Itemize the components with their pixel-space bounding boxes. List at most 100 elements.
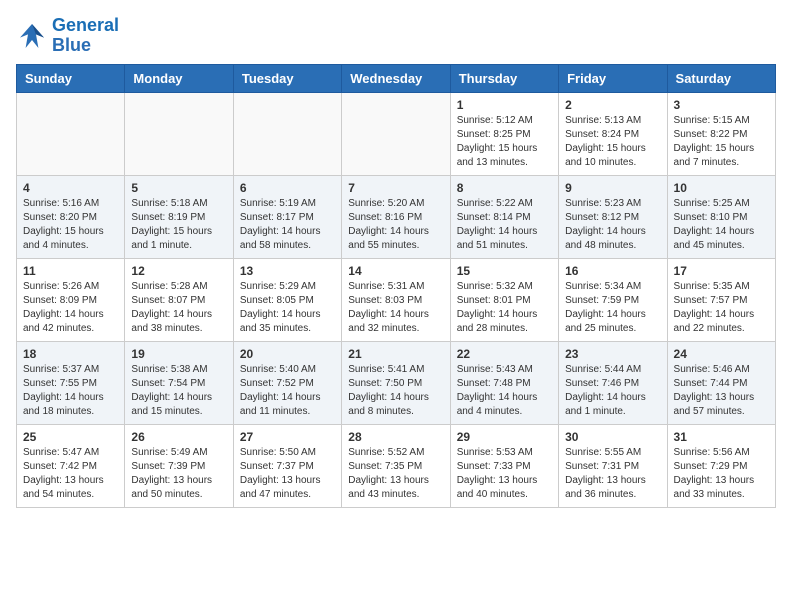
day-info: Sunrise: 5:46 AM Sunset: 7:44 PM Dayligh… xyxy=(674,363,769,419)
day-number: 3 xyxy=(674,98,769,112)
page-header: General Blue xyxy=(16,16,776,56)
day-number: 13 xyxy=(240,264,335,278)
calendar-week-row: 1 Sunrise: 5:12 AM Sunset: 8:25 PM Daylig… xyxy=(17,92,776,175)
day-number: 22 xyxy=(457,347,552,361)
calendar-week-row: 25 Sunrise: 5:47 AM Sunset: 7:42 PM Dayli… xyxy=(17,424,776,507)
day-number: 31 xyxy=(674,430,769,444)
day-number: 25 xyxy=(23,430,118,444)
day-number: 29 xyxy=(457,430,552,444)
calendar-cell: 18 Sunrise: 5:37 AM Sunset: 7:55 PM Dayli… xyxy=(17,341,125,424)
day-number: 18 xyxy=(23,347,118,361)
calendar-cell: 21 Sunrise: 5:41 AM Sunset: 7:50 PM Dayli… xyxy=(342,341,450,424)
day-info: Sunrise: 5:53 AM Sunset: 7:33 PM Dayligh… xyxy=(457,446,552,502)
calendar-cell: 23 Sunrise: 5:44 AM Sunset: 7:46 PM Dayli… xyxy=(559,341,667,424)
day-info: Sunrise: 5:32 AM Sunset: 8:01 PM Dayligh… xyxy=(457,280,552,336)
day-info: Sunrise: 5:52 AM Sunset: 7:35 PM Dayligh… xyxy=(348,446,443,502)
logo-bird-icon xyxy=(16,20,48,52)
day-of-week-header: Friday xyxy=(559,64,667,92)
day-number: 7 xyxy=(348,181,443,195)
calendar-cell: 11Sunrise: 5:26 AM Sunset: 8:09 PM Dayli… xyxy=(17,258,125,341)
day-info: Sunrise: 5:35 AM Sunset: 7:57 PM Dayligh… xyxy=(674,280,769,336)
calendar-cell: 14 Sunrise: 5:31 AM Sunset: 8:03 PM Dayli… xyxy=(342,258,450,341)
day-number: 26 xyxy=(131,430,226,444)
calendar-cell xyxy=(17,92,125,175)
day-of-week-header: Saturday xyxy=(667,64,775,92)
calendar-cell: 4 Sunrise: 5:16 AM Sunset: 8:20 PM Daylig… xyxy=(17,175,125,258)
day-number: 11 xyxy=(23,264,118,278)
day-number: 17 xyxy=(674,264,769,278)
calendar-cell: 10Sunrise: 5:25 AM Sunset: 8:10 PM Dayli… xyxy=(667,175,775,258)
day-number: 4 xyxy=(23,181,118,195)
calendar-week-row: 4 Sunrise: 5:16 AM Sunset: 8:20 PM Daylig… xyxy=(17,175,776,258)
day-info: Sunrise: 5:34 AM Sunset: 7:59 PM Dayligh… xyxy=(565,280,660,336)
calendar-cell: 12 Sunrise: 5:28 AM Sunset: 8:07 PM Dayli… xyxy=(125,258,233,341)
day-info: Sunrise: 5:19 AM Sunset: 8:17 PM Dayligh… xyxy=(240,197,335,253)
calendar-cell: 28 Sunrise: 5:52 AM Sunset: 7:35 PM Dayli… xyxy=(342,424,450,507)
day-info: Sunrise: 5:31 AM Sunset: 8:03 PM Dayligh… xyxy=(348,280,443,336)
calendar-cell: 2Sunrise: 5:13 AM Sunset: 8:24 PM Daylig… xyxy=(559,92,667,175)
day-info: Sunrise: 5:20 AM Sunset: 8:16 PM Dayligh… xyxy=(348,197,443,253)
calendar-cell: 8 Sunrise: 5:22 AM Sunset: 8:14 PM Daylig… xyxy=(450,175,558,258)
calendar-cell: 26 Sunrise: 5:49 AM Sunset: 7:39 PM Dayli… xyxy=(125,424,233,507)
calendar-cell: 20Sunrise: 5:40 AM Sunset: 7:52 PM Dayli… xyxy=(233,341,341,424)
calendar-cell: 22 Sunrise: 5:43 AM Sunset: 7:48 PM Dayli… xyxy=(450,341,558,424)
calendar-cell: 27 Sunrise: 5:50 AM Sunset: 7:37 PM Dayli… xyxy=(233,424,341,507)
day-info: Sunrise: 5:16 AM Sunset: 8:20 PM Dayligh… xyxy=(23,197,118,253)
day-info: Sunrise: 5:43 AM Sunset: 7:48 PM Dayligh… xyxy=(457,363,552,419)
calendar-cell: 1 Sunrise: 5:12 AM Sunset: 8:25 PM Daylig… xyxy=(450,92,558,175)
day-of-week-header: Wednesday xyxy=(342,64,450,92)
calendar-cell: 15Sunrise: 5:32 AM Sunset: 8:01 PM Dayli… xyxy=(450,258,558,341)
day-number: 1 xyxy=(457,98,552,112)
day-info: Sunrise: 5:37 AM Sunset: 7:55 PM Dayligh… xyxy=(23,363,118,419)
day-number: 8 xyxy=(457,181,552,195)
day-number: 14 xyxy=(348,264,443,278)
day-info: Sunrise: 5:47 AM Sunset: 7:42 PM Dayligh… xyxy=(23,446,118,502)
day-info: Sunrise: 5:49 AM Sunset: 7:39 PM Dayligh… xyxy=(131,446,226,502)
day-number: 27 xyxy=(240,430,335,444)
calendar-cell: 25 Sunrise: 5:47 AM Sunset: 7:42 PM Dayli… xyxy=(17,424,125,507)
day-info: Sunrise: 5:44 AM Sunset: 7:46 PM Dayligh… xyxy=(565,363,660,419)
day-number: 12 xyxy=(131,264,226,278)
day-of-week-header: Thursday xyxy=(450,64,558,92)
day-info: Sunrise: 5:29 AM Sunset: 8:05 PM Dayligh… xyxy=(240,280,335,336)
day-number: 9 xyxy=(565,181,660,195)
day-number: 24 xyxy=(674,347,769,361)
day-info: Sunrise: 5:22 AM Sunset: 8:14 PM Dayligh… xyxy=(457,197,552,253)
calendar-cell xyxy=(233,92,341,175)
day-of-week-header: Monday xyxy=(125,64,233,92)
calendar-cell: 24 Sunrise: 5:46 AM Sunset: 7:44 PM Dayli… xyxy=(667,341,775,424)
calendar-week-row: 18 Sunrise: 5:37 AM Sunset: 7:55 PM Dayli… xyxy=(17,341,776,424)
calendar-cell: 5Sunrise: 5:18 AM Sunset: 8:19 PM Daylig… xyxy=(125,175,233,258)
day-number: 6 xyxy=(240,181,335,195)
calendar-cell: 9Sunrise: 5:23 AM Sunset: 8:12 PM Daylig… xyxy=(559,175,667,258)
day-number: 2 xyxy=(565,98,660,112)
day-info: Sunrise: 5:12 AM Sunset: 8:25 PM Dayligh… xyxy=(457,114,552,170)
calendar-cell xyxy=(342,92,450,175)
day-number: 19 xyxy=(131,347,226,361)
calendar-cell xyxy=(125,92,233,175)
day-number: 23 xyxy=(565,347,660,361)
day-number: 28 xyxy=(348,430,443,444)
day-info: Sunrise: 5:50 AM Sunset: 7:37 PM Dayligh… xyxy=(240,446,335,502)
day-of-week-header: Tuesday xyxy=(233,64,341,92)
calendar-cell: 7 Sunrise: 5:20 AM Sunset: 8:16 PM Daylig… xyxy=(342,175,450,258)
logo: General Blue xyxy=(16,16,119,56)
day-info: Sunrise: 5:28 AM Sunset: 8:07 PM Dayligh… xyxy=(131,280,226,336)
calendar-cell: 30Sunrise: 5:55 AM Sunset: 7:31 PM Dayli… xyxy=(559,424,667,507)
day-info: Sunrise: 5:25 AM Sunset: 8:10 PM Dayligh… xyxy=(674,197,769,253)
day-number: 21 xyxy=(348,347,443,361)
day-info: Sunrise: 5:55 AM Sunset: 7:31 PM Dayligh… xyxy=(565,446,660,502)
calendar-cell: 3 Sunrise: 5:15 AM Sunset: 8:22 PM Daylig… xyxy=(667,92,775,175)
calendar-header-row: SundayMondayTuesdayWednesdayThursdayFrid… xyxy=(17,64,776,92)
day-info: Sunrise: 5:41 AM Sunset: 7:50 PM Dayligh… xyxy=(348,363,443,419)
day-of-week-header: Sunday xyxy=(17,64,125,92)
day-info: Sunrise: 5:15 AM Sunset: 8:22 PM Dayligh… xyxy=(674,114,769,170)
calendar-cell: 19 Sunrise: 5:38 AM Sunset: 7:54 PM Dayli… xyxy=(125,341,233,424)
calendar-table: SundayMondayTuesdayWednesdayThursdayFrid… xyxy=(16,64,776,508)
calendar-cell: 6 Sunrise: 5:19 AM Sunset: 8:17 PM Daylig… xyxy=(233,175,341,258)
logo-text: General Blue xyxy=(52,16,119,56)
calendar-cell: 13 Sunrise: 5:29 AM Sunset: 8:05 PM Dayli… xyxy=(233,258,341,341)
calendar-week-row: 11Sunrise: 5:26 AM Sunset: 8:09 PM Dayli… xyxy=(17,258,776,341)
day-info: Sunrise: 5:38 AM Sunset: 7:54 PM Dayligh… xyxy=(131,363,226,419)
calendar-cell: 17 Sunrise: 5:35 AM Sunset: 7:57 PM Dayli… xyxy=(667,258,775,341)
